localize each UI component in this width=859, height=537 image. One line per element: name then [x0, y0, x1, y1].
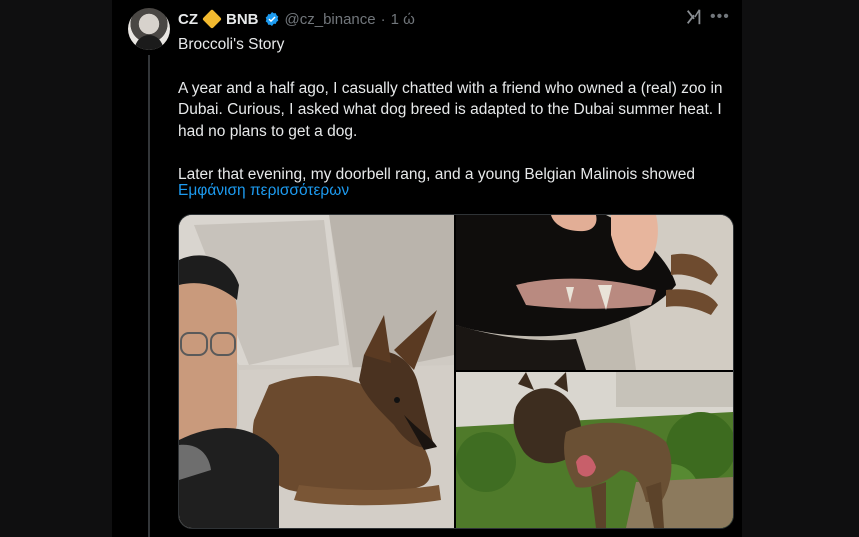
bnb-icon: [202, 9, 222, 29]
photo-dog-in-yard[interactable]: [456, 372, 733, 528]
author-handle[interactable]: @cz_binance: [285, 11, 376, 28]
right-backdrop: [742, 0, 859, 537]
timestamp[interactable]: 1 ώ: [391, 11, 415, 28]
media-grid[interactable]: [178, 214, 734, 529]
avatar[interactable]: [128, 8, 170, 50]
separator-dot: ·: [380, 10, 386, 28]
author-badge-text[interactable]: BNB: [226, 11, 259, 28]
photo-dog-mouth[interactable]: [456, 215, 733, 370]
author-name[interactable]: CZ: [178, 11, 198, 28]
grok-icon[interactable]: [685, 8, 703, 26]
tweet-text: Broccoli's Story A year and a half ago, …: [178, 34, 730, 186]
more-icon[interactable]: •••: [710, 8, 730, 26]
photo-man-with-dog[interactable]: [179, 215, 454, 528]
tweet-title-line: Broccoli's Story: [178, 36, 285, 53]
thread-line: [148, 55, 150, 537]
avatar-shoulders: [135, 35, 163, 50]
tweet-paragraph-1: A year and a half ago, I casually chatte…: [178, 79, 723, 140]
left-backdrop: [0, 0, 112, 537]
verified-badge-icon: [265, 12, 278, 26]
show-more-link[interactable]: Εμφάνιση περισσότερων: [178, 182, 349, 200]
tweet-header: CZ BNB @cz_binance · 1 ώ: [178, 9, 415, 29]
tweet[interactable]: CZ BNB @cz_binance · 1 ώ ••• Broccoli's …: [112, 0, 742, 537]
